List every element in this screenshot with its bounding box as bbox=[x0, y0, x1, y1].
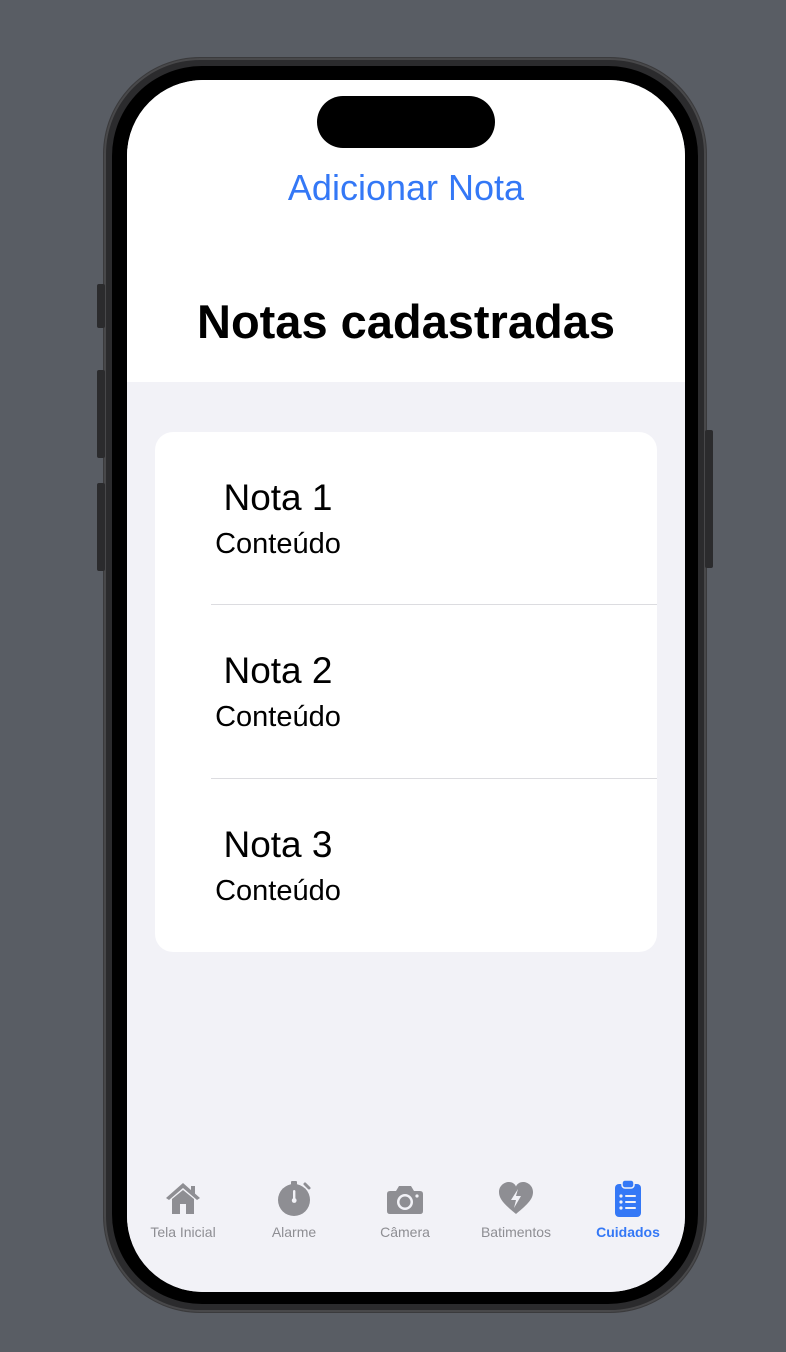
power-button bbox=[705, 430, 713, 568]
note-content: Conteúdo bbox=[215, 875, 341, 907]
notes-list: Nota 1 Conteúdo Nota 2 Conteúdo Nota 3 C… bbox=[155, 432, 657, 952]
timer-icon bbox=[278, 1181, 311, 1216]
camera-icon bbox=[387, 1186, 423, 1214]
heart-bolt-icon bbox=[499, 1182, 533, 1214]
clipboard-list-icon bbox=[615, 1179, 641, 1217]
page-title: Notas cadastradas bbox=[197, 295, 615, 348]
dynamic-island bbox=[317, 96, 495, 148]
volume-down-button bbox=[97, 483, 105, 571]
tab-camera[interactable]: Câmera bbox=[349, 1172, 461, 1252]
tab-alarme[interactable]: Alarme bbox=[238, 1172, 350, 1252]
tab-bar: Tela Inicial Alarme Câmera Batimentos Cu… bbox=[127, 1172, 685, 1292]
add-note-button[interactable]: Adicionar Nota bbox=[127, 166, 685, 210]
note-content: Conteúdo bbox=[215, 528, 341, 560]
tab-tela-inicial[interactable]: Tela Inicial bbox=[127, 1172, 239, 1252]
tab-label: Câmera bbox=[380, 1224, 430, 1240]
tab-batimentos[interactable]: Batimentos bbox=[460, 1172, 572, 1252]
note-content: Conteúdo bbox=[215, 701, 341, 733]
action-button bbox=[97, 284, 105, 328]
tab-label: Batimentos bbox=[480, 1224, 552, 1240]
tab-label: Cuidados bbox=[596, 1224, 660, 1240]
tab-label: Alarme bbox=[271, 1224, 317, 1240]
volume-up-button bbox=[97, 370, 105, 458]
note-row[interactable]: Nota 3 Conteúdo bbox=[155, 779, 657, 952]
phone-screen: Adicionar Nota Notas cadastradas Nota 1 … bbox=[127, 80, 685, 1292]
note-row[interactable]: Nota 2 Conteúdo bbox=[155, 605, 657, 778]
note-title: Nota 3 bbox=[223, 824, 333, 865]
house-icon bbox=[166, 1183, 200, 1214]
tab-cuidados[interactable]: Cuidados bbox=[572, 1172, 684, 1252]
tab-label: Tela Inicial bbox=[150, 1224, 216, 1240]
note-row[interactable]: Nota 1 Conteúdo bbox=[155, 432, 657, 605]
note-title: Nota 1 bbox=[223, 477, 333, 518]
note-title: Nota 2 bbox=[223, 650, 333, 691]
